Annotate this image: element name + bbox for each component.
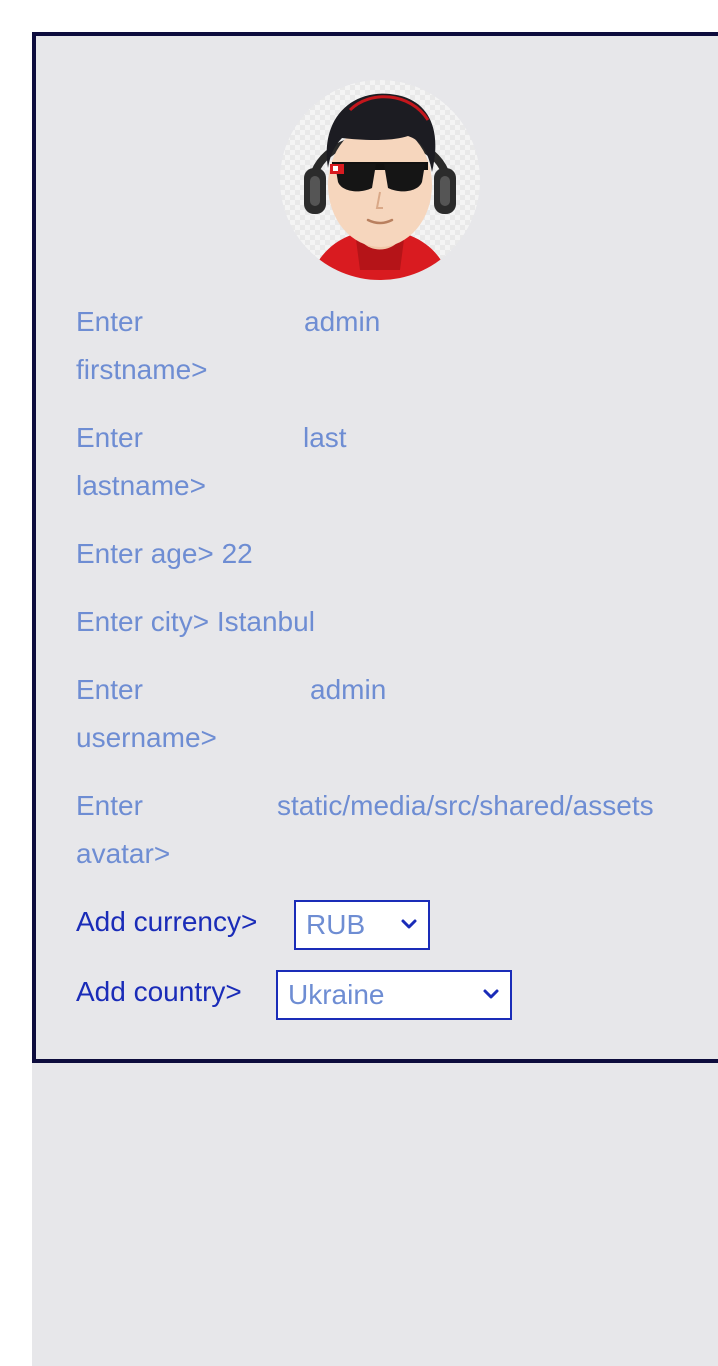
country-selected-value: Ukraine	[288, 979, 385, 1010]
city-value[interactable]: Istanbul	[217, 606, 315, 637]
username-value[interactable]: admin	[310, 666, 386, 714]
currency-select[interactable]: RUB	[294, 900, 430, 950]
country-select[interactable]: Ukraine	[276, 970, 512, 1020]
page-background-panel	[32, 1060, 718, 1366]
city-label: Enter city>	[76, 606, 210, 637]
profile-card: Enter firstname> admin Enter lastname> l…	[32, 32, 718, 1063]
avatar-illustration	[304, 93, 456, 280]
avatar-path-label-line2: avatar>	[76, 838, 171, 869]
city-field[interactable]: Enter city> Istanbul	[76, 598, 315, 646]
lastname-label-line2: lastname>	[76, 470, 206, 501]
lastname-field[interactable]: Enter lastname> last	[76, 414, 676, 510]
username-label-line2: username>	[76, 722, 217, 753]
username-field[interactable]: Enter username> admin	[76, 666, 676, 762]
avatar	[280, 80, 480, 280]
chevron-down-icon	[483, 989, 499, 999]
country-label: Add country>	[76, 976, 242, 1007]
country-row: Add country> Ukraine	[76, 968, 676, 1020]
profile-page: Enter firstname> admin Enter lastname> l…	[0, 0, 718, 1366]
age-label: Enter age>	[76, 538, 214, 569]
avatar-path-label-line1: Enter	[76, 790, 143, 821]
username-label-line1: Enter	[76, 674, 143, 705]
avatar-path-field[interactable]: Enter avatar> static/media/src/shared/as…	[76, 782, 676, 878]
lastname-value[interactable]: last	[303, 414, 347, 462]
firstname-label-line1: Enter	[76, 306, 143, 337]
lastname-label-line1: Enter	[76, 422, 143, 453]
currency-selected-value: RUB	[306, 909, 366, 940]
currency-label: Add currency>	[76, 906, 258, 937]
chevron-down-icon	[401, 919, 417, 929]
age-value[interactable]: 22	[222, 538, 253, 569]
firstname-label-line2: firstname>	[76, 354, 208, 385]
age-field[interactable]: Enter age> 22	[76, 530, 253, 578]
firstname-field[interactable]: Enter firstname> admin	[76, 298, 676, 394]
currency-row: Add currency> RUB	[76, 898, 676, 950]
avatar-path-value[interactable]: static/media/src/shared/assets	[277, 790, 654, 821]
firstname-value[interactable]: admin	[304, 298, 380, 346]
avatar-path-value-clip: static/media/src/shared/assets	[277, 782, 674, 830]
